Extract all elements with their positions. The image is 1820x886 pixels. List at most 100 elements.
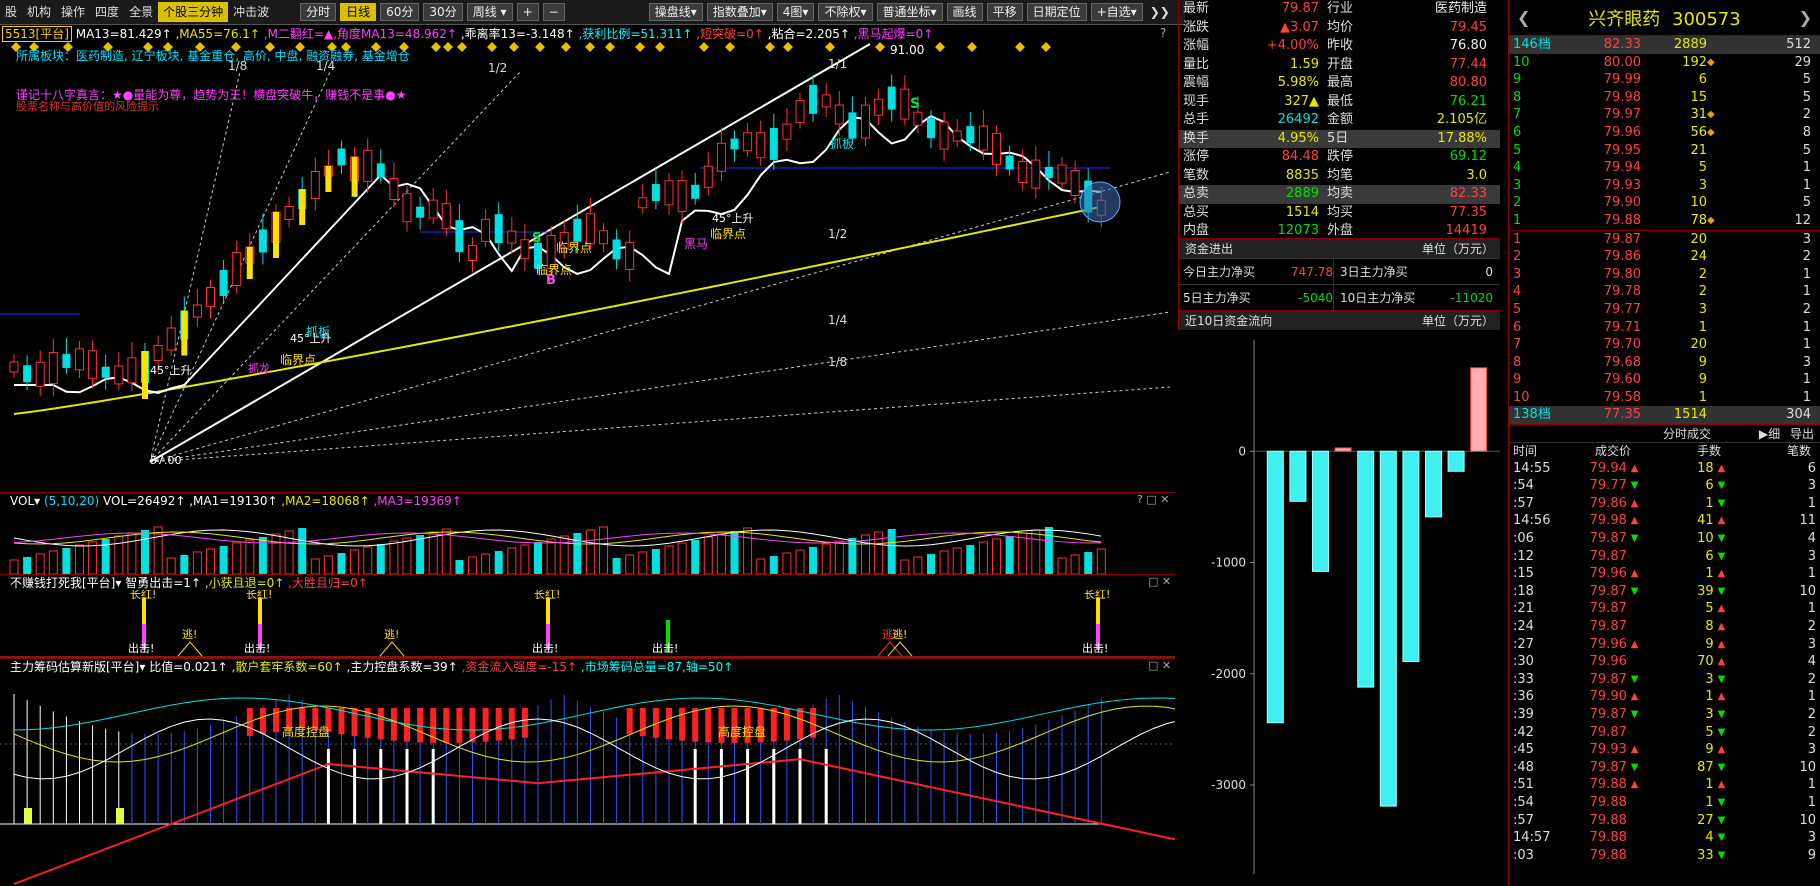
period-button-weekly[interactable]: 周线 ▾ <box>466 3 513 21</box>
buy-level-row[interactable]: 2 79.86 24 2 <box>1509 248 1820 266</box>
toolbar-watchlist-button[interactable]: +自选▾ <box>1090 3 1143 21</box>
buy-level-row[interactable]: 3 79.80 2 1 <box>1509 266 1820 284</box>
limit-up-candle <box>142 351 148 399</box>
help-icon[interactable]: ? <box>1137 493 1143 506</box>
sell-level-row[interactable]: 4 79.94 5 1 <box>1509 159 1820 177</box>
diamond-icon <box>655 42 665 52</box>
toolbar-item-stock[interactable]: 股 <box>0 2 22 22</box>
formula-tag[interactable]: 5513[平台] <box>2 26 72 42</box>
toolbar-pan-button[interactable]: 平移 <box>986 3 1023 21</box>
arrow-down-icon: ▼ <box>1717 726 1726 738</box>
candlestick-chart[interactable]: 1/8 1/4 1/2 1/11/21/41/8 91.00 57.00 S S B … <box>0 42 1175 492</box>
toolbar-item-panorama[interactable]: 全景 <box>124 2 158 22</box>
buy-level-row[interactable]: 7 79.70 20 1 <box>1509 336 1820 354</box>
vol-title[interactable]: VOL▾ <box>10 494 40 508</box>
toolbar-no-adjust-button[interactable]: 不除权▾ <box>818 3 873 21</box>
collapse-panel-icon[interactable]: ❯❯ <box>1145 2 1175 22</box>
maximize-icon[interactable]: □ <box>1148 575 1158 588</box>
prev-stock-icon[interactable]: ❮ <box>1517 8 1530 27</box>
toolbar-index-overlay-button[interactable]: 指数叠加▾ <box>706 3 773 21</box>
close-icon[interactable]: ✕ <box>1160 493 1169 506</box>
tick-row: :06 79.87 ▼ 10 ▼ 4 <box>1509 530 1820 548</box>
ticks-detail-button[interactable]: ▶细 <box>1759 427 1780 441</box>
ticks-export-button[interactable]: 导出 <box>1790 427 1814 441</box>
toolbar-item-stock-3min[interactable]: 个股三分钟 <box>158 2 229 22</box>
close-icon[interactable]: ✕ <box>1162 575 1171 588</box>
maximize-icon[interactable]: □ <box>1146 493 1156 506</box>
toolbar-trading-line-button[interactable]: 操盘线▾ <box>648 3 703 21</box>
sell-level-row[interactable]: 7 79.97 31 ◆ 2 <box>1509 106 1820 124</box>
signal-chart[interactable]: 长红!出击!长红!出击!长红!出击!长红!出击!出击!逃! 逃! 逃!逃! <box>0 590 1175 658</box>
sell-level-row[interactable]: 5 79.95 21 5 <box>1509 142 1820 160</box>
sell-level-row[interactable]: 8 79.98 15 5 <box>1509 89 1820 107</box>
buy-level-row[interactable]: 8 79.68 9 3 <box>1509 354 1820 372</box>
candle-body <box>468 244 477 261</box>
next-stock-icon[interactable]: ❯ <box>1799 8 1812 27</box>
buy-level-row[interactable]: 5 79.77 3 2 <box>1509 301 1820 319</box>
signal-title[interactable]: 不赚钱打死我[平台]▾ <box>10 576 121 590</box>
chip-title[interactable]: 主力筹码估算新版[平台]▾ <box>10 660 145 674</box>
buy-level-row[interactable]: 1 79.87 20 3 <box>1509 231 1820 249</box>
volume-chart[interactable] <box>0 508 1175 574</box>
volume-bar <box>389 540 399 574</box>
volume-bar <box>612 558 621 574</box>
volume-bar <box>114 535 124 574</box>
toolbar-coordinate-button[interactable]: 普通坐标▾ <box>876 3 943 21</box>
tick-row: :51 79.88 ▲ 1 ▲ 1 <box>1509 776 1820 794</box>
period-button-30min[interactable]: 30分 <box>423 3 463 21</box>
sell-level-row[interactable]: 3 79.93 3 1 <box>1509 177 1820 195</box>
candle-body <box>428 199 438 219</box>
toolbar-item-operation[interactable]: 操作 <box>56 2 90 22</box>
volume-bar <box>756 558 766 574</box>
volume-bar <box>913 556 923 574</box>
volume-bar <box>534 542 542 574</box>
tick-list: 14:55 79.94 ▲ 18 ▲ 6:54 79.77 ▼ 6 ▼ 3:57 79.86 ▲ 1 ▼ 1 1… <box>1509 460 1820 865</box>
zoom-in-button[interactable]: + <box>516 3 539 21</box>
chip-values: 比值=0.021↑ ,散户套牢系数=60↑ ,主力控盘系数=39↑ ,资金流入强… <box>149 660 733 674</box>
period-button-60min[interactable]: 60分 <box>380 3 420 21</box>
zoom-out-button[interactable]: − <box>542 3 565 21</box>
toolbar-item-impact-wave[interactable]: 冲击波 <box>228 2 274 22</box>
fund-flow-bar <box>1266 450 1284 724</box>
maximize-icon[interactable]: □ <box>1148 659 1158 672</box>
sell-level-row[interactable]: 6 79.96 56 ◆ 8 <box>1509 124 1820 142</box>
volume-ma-line <box>13 532 1102 544</box>
diamond-icon <box>1707 266 1721 284</box>
quote-label: 笔数 <box>1183 167 1210 183</box>
candle-body <box>1044 166 1053 178</box>
sell-level-row[interactable]: 9 79.99 6 5 <box>1509 71 1820 89</box>
buy-level-row[interactable]: 6 79.71 1 1 <box>1509 319 1820 337</box>
tick-volume: 41 <box>1697 513 1714 529</box>
volume-bar <box>245 539 255 574</box>
sell-level-row[interactable]: 1 79.88 78 ◆ 12 <box>1509 212 1820 230</box>
sell-level-volume: 5 <box>1698 160 1707 176</box>
sell-level-count: 5 <box>1802 89 1811 105</box>
toolbar-4-charts-button[interactable]: 4图▾ <box>776 3 815 21</box>
buy-level-count: 1 <box>1802 389 1811 405</box>
period-button-daily[interactable]: 日线 <box>340 3 377 21</box>
period-button-minute[interactable]: 分时 <box>300 3 337 21</box>
chip-white-bar <box>719 749 723 824</box>
sell-level-volume: 21 <box>1690 142 1707 158</box>
buy-level-row[interactable]: 9 79.60 9 1 <box>1509 371 1820 389</box>
toolbar-draw-line-button[interactable]: 画线 <box>946 3 983 21</box>
arrow-up-icon: ↑ <box>564 27 579 41</box>
buy-level-row[interactable]: 10 79.58 1 1 <box>1509 389 1820 407</box>
quote-label: 开盘 <box>1327 56 1354 72</box>
toolbar-item-institution[interactable]: 机构 <box>22 2 56 22</box>
vol-indicator-line: VOL▾ (5,10,20) VOL=26492↑ ,MA1=19130↑ ,M… <box>0 492 1175 508</box>
chip-chart[interactable]: 高度控盘 高度控盘 <box>0 674 1175 886</box>
sell-level-row[interactable]: 2 79.90 10 5 <box>1509 194 1820 212</box>
volume-bar <box>677 542 687 574</box>
buy-level-row[interactable]: 4 79.78 2 1 <box>1509 283 1820 301</box>
buy-level-volume: 3 <box>1698 301 1707 317</box>
toolbar-item-four-degree[interactable]: 四度 <box>90 2 124 22</box>
quote-label: 涨幅 <box>1183 38 1210 53</box>
arrow-up-icon: ▲ <box>1717 691 1726 703</box>
sell-level-row[interactable]: 10 80.00 192 ◆ 29 <box>1509 54 1820 72</box>
toolbar-date-locate-button[interactable]: 日期定位 <box>1026 3 1087 21</box>
close-icon[interactable]: ✕ <box>1162 659 1171 672</box>
sell-level-count: 2 <box>1802 107 1811 123</box>
help-icon[interactable]: ? <box>1160 26 1166 40</box>
diamond-icon <box>1707 336 1721 354</box>
